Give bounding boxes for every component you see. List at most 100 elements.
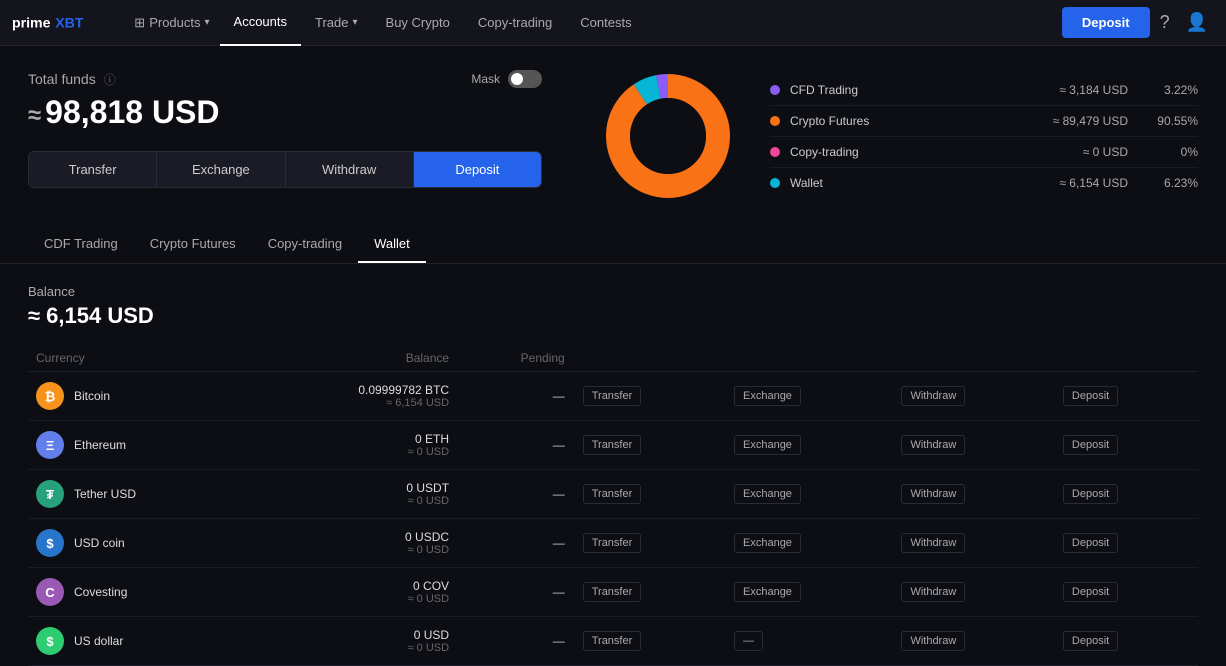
action-cell-2: Withdraw [891,421,1052,470]
row-action-transfer[interactable]: Transfer [583,582,642,602]
legend-name-copy: Copy-trading [790,145,1083,159]
coin-icon: $ [36,627,64,655]
tab-wallet[interactable]: Wallet [358,226,426,263]
action-cell-3: Deposit [1053,470,1198,519]
table-row: $ USD coin 0 USDC ≈ 0 USD — TransferExch… [28,519,1198,568]
row-action-deposit[interactable]: Deposit [1063,435,1118,455]
action-cell-0: Transfer [573,617,724,666]
deposit-button[interactable]: Deposit [414,152,541,187]
action-cell-0: Transfer [573,470,724,519]
balance-cell: 0 USDT ≈ 0 USD [251,470,457,519]
row-action-exchange[interactable]: Exchange [734,435,801,455]
mask-toggle[interactable] [508,70,542,88]
row-action-exchange[interactable]: Exchange [734,386,801,406]
row-action-exchange[interactable]: Exchange [734,484,801,504]
pending-cell: — [457,617,573,666]
chevron-down-icon: ▾ [353,17,358,28]
action-cell-0: Transfer [573,519,724,568]
tab-crypto-futures[interactable]: Crypto Futures [134,226,252,263]
row-action-transfer[interactable]: Transfer [583,631,642,651]
row-action-deposit[interactable]: Deposit [1063,631,1118,651]
bal-main: 0 COV [259,579,449,593]
nav-trade[interactable]: Trade ▾ [301,0,372,46]
nav-buy-crypto[interactable]: Buy Crypto [372,0,464,46]
action-buttons-group: Transfer Exchange Withdraw Deposit [28,151,542,188]
legend-name-wallet: Wallet [790,176,1059,190]
bal-main: 0 USD [259,628,449,642]
bal-main: 0 USDC [259,530,449,544]
col-pending: Pending [457,345,573,372]
nav-accounts[interactable]: Accounts [220,0,301,46]
deposit-nav-button[interactable]: Deposit [1062,7,1150,38]
row-action-deposit[interactable]: Deposit [1063,386,1118,406]
balance-amount: ≈ 6,154 USD [28,303,1198,329]
legend-pct-wallet: 6.23% [1148,176,1198,190]
svg-text:prime: prime [12,14,51,30]
action-cell-2: Withdraw [891,372,1052,421]
help-icon: ? [1160,12,1170,32]
row-action-deposit[interactable]: Deposit [1063,582,1118,602]
user-icon-button[interactable]: 👤 [1180,12,1214,33]
withdraw-button[interactable]: Withdraw [286,152,414,187]
chart-legend: CFD Trading ≈ 3,184 USD 3.22% Crypto Fut… [770,75,1198,198]
col-actions [573,345,1198,372]
row-action-withdraw[interactable]: Withdraw [901,631,965,651]
legend-pct-futures: 90.55% [1148,114,1198,128]
row-action-exchange[interactable]: Exchange [734,533,801,553]
row-action-transfer[interactable]: Transfer [583,435,642,455]
action-cell-0: Transfer [573,421,724,470]
row-action-withdraw[interactable]: Withdraw [901,386,965,406]
row-action-transfer[interactable]: Transfer [583,533,642,553]
row-action-withdraw[interactable]: Withdraw [901,484,965,504]
row-action-transfer[interactable]: Transfer [583,386,642,406]
legend-val-futures: ≈ 89,479 USD [1053,114,1128,128]
action-cell-1: Exchange [724,421,891,470]
legend-dot-cfd [770,85,780,95]
action-cell-3: Deposit [1053,617,1198,666]
tabs-row: CDF Trading Crypto Futures Copy-trading … [0,226,1226,264]
row-action-—[interactable]: — [734,631,763,651]
total-funds-amount: ≈98,818 USD [28,94,542,131]
tab-copy-trading[interactable]: Copy-trading [252,226,358,263]
row-action-transfer[interactable]: Transfer [583,484,642,504]
bal-main: 0 ETH [259,432,449,446]
approx-symbol: ≈ [28,102,41,129]
coin-icon: ₮ [36,480,64,508]
tab-cfd-trading[interactable]: CDF Trading [28,226,134,263]
legend-dot-wallet [770,178,780,188]
nav-contests[interactable]: Contests [566,0,645,46]
row-action-withdraw[interactable]: Withdraw [901,582,965,602]
action-cell-0: Transfer [573,372,724,421]
products-menu-btn[interactable]: ⊞ Products ▾ [124,0,219,46]
row-action-withdraw[interactable]: Withdraw [901,435,965,455]
coin-icon: Ξ [36,431,64,459]
currency-cell: $ US dollar [28,617,251,666]
bal-sub: ≈ 0 USD [259,593,449,605]
exchange-button[interactable]: Exchange [157,152,285,187]
action-cell-3: Deposit [1053,519,1198,568]
balance-cell: 0 USD ≈ 0 USD [251,617,457,666]
action-cell-2: Withdraw [891,470,1052,519]
action-cell-1: Exchange [724,568,891,617]
row-action-deposit[interactable]: Deposit [1063,533,1118,553]
navbar: prime XBT ⊞ Products ▾ Accounts Trade ▾ … [0,0,1226,46]
balance-cell: 0.09999782 BTC ≈ 6,154 USD [251,372,457,421]
coin-name: Tether USD [74,487,136,501]
action-cell-2: Withdraw [891,519,1052,568]
legend-val-copy: ≈ 0 USD [1083,145,1128,159]
row-action-exchange[interactable]: Exchange [734,582,801,602]
transfer-button[interactable]: Transfer [29,152,157,187]
row-action-withdraw[interactable]: Withdraw [901,533,965,553]
balance-cell: 0 ETH ≈ 0 USD [251,421,457,470]
grid-icon: ⊞ [134,15,145,31]
currency-cell: ₮ Tether USD [28,470,251,519]
user-icon: 👤 [1186,12,1208,32]
coin-name: Ethereum [74,438,126,452]
info-icon[interactable]: ⓘ [104,71,116,88]
nav-copy-trading[interactable]: Copy-trading [464,0,566,46]
row-action-deposit[interactable]: Deposit [1063,484,1118,504]
balance-label: Balance [28,284,1198,299]
help-icon-button[interactable]: ? [1150,12,1180,33]
bal-sub: ≈ 0 USD [259,495,449,507]
left-panel: Total funds ⓘ Mask ≈98,818 USD Transfer … [0,46,570,226]
